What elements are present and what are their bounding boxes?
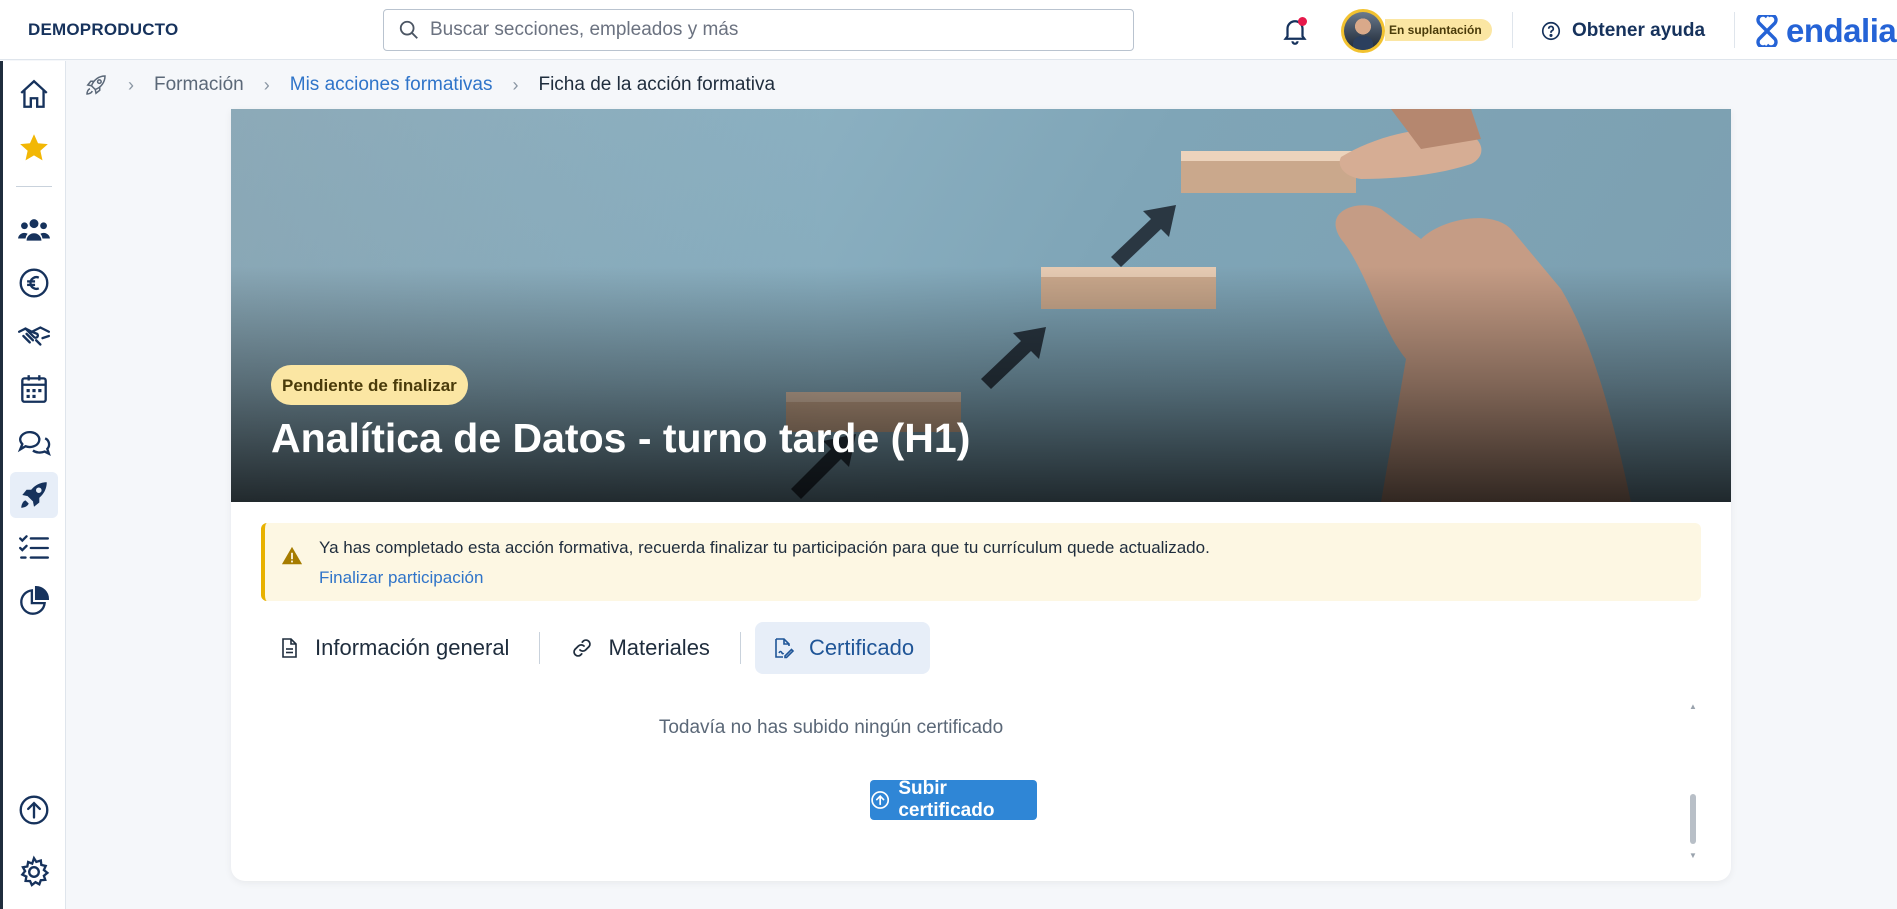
company-name[interactable]: DEMOPRODUCTO — [28, 20, 178, 40]
empty-certificate-message: Todavía no has subido ningún certificado — [658, 717, 1004, 738]
rocket-icon[interactable] — [84, 73, 108, 97]
tab-certificate[interactable]: Certificado — [754, 622, 931, 674]
sidebar-item-tasks[interactable] — [10, 525, 58, 571]
notification-dot — [1298, 17, 1307, 26]
sidebar-item-reports[interactable] — [10, 578, 58, 624]
logo-text: endalia — [1786, 12, 1897, 49]
alert-message: Ya has completado esta acción formativa,… — [319, 538, 1210, 557]
calendar-icon — [21, 375, 47, 403]
question-circle-icon — [1541, 21, 1561, 41]
chevron-right-icon: › — [263, 74, 270, 95]
upload-certificate-label: Subir certificado — [898, 778, 995, 821]
sidebar-item-favorites[interactable] — [10, 125, 58, 171]
upload-certificate-button[interactable]: Subir certificado — [870, 778, 1037, 821]
upload-circle-icon — [19, 795, 49, 825]
divider — [1734, 12, 1735, 48]
tab-general-info[interactable]: Información general — [261, 622, 525, 674]
course-card: Pendiente de finalizar Analítica de Dato… — [231, 109, 1731, 881]
gear-icon — [20, 855, 50, 887]
endalia-logo-icon — [1756, 15, 1778, 47]
help-button[interactable]: Obtener ayuda — [1540, 20, 1705, 42]
tab-certificate-label: Certificado — [808, 635, 915, 660]
rocket-icon — [21, 482, 47, 508]
people-icon — [18, 219, 50, 241]
tab-materials-label: Materiales — [608, 635, 710, 660]
breadcrumb-my-actions[interactable]: Mis acciones formativas — [290, 74, 493, 96]
sidebar — [0, 61, 66, 909]
scrollbar-thumb[interactable] — [1690, 794, 1696, 844]
impersonation-badge: En suplantación — [1385, 19, 1492, 41]
sidebar-item-agreements[interactable] — [10, 313, 58, 359]
content-scrollbar[interactable]: ▲ ▼ — [1687, 702, 1699, 860]
breadcrumb-training[interactable]: Formación — [154, 74, 244, 96]
help-label: Obtener ayuda — [1572, 20, 1706, 41]
tab-divider — [539, 632, 541, 664]
sidebar-divider — [16, 186, 52, 187]
sidebar-item-upload[interactable] — [10, 787, 58, 833]
home-icon — [20, 79, 48, 108]
breadcrumb-current: Ficha de la acción formativa — [538, 74, 776, 95]
handshake-icon — [17, 326, 51, 346]
link-icon — [573, 639, 592, 657]
sidebar-item-training[interactable] — [10, 472, 58, 518]
star-icon — [20, 134, 48, 161]
chevron-right-icon: › — [128, 74, 134, 95]
tab-divider — [739, 632, 741, 664]
pie-chart-icon — [20, 586, 49, 615]
search-icon — [399, 20, 418, 39]
hero-banner: Pendiente de finalizar Analítica de Dato… — [231, 109, 1731, 502]
sidebar-item-settings[interactable] — [10, 849, 58, 895]
scroll-up-arrow-icon[interactable]: ▲ — [1689, 702, 1697, 711]
sidebar-item-messages[interactable] — [10, 419, 58, 465]
divider — [1512, 12, 1513, 48]
tab-materials[interactable]: Materiales — [554, 622, 725, 674]
upload-circle-icon — [871, 791, 890, 809]
sidebar-item-payroll[interactable] — [10, 260, 58, 306]
finish-participation-link[interactable]: Finalizar participación — [319, 568, 483, 588]
document-icon — [282, 638, 297, 658]
notifications-button[interactable] — [1280, 15, 1310, 45]
course-title: Analítica de Datos - turno tarde (H1) — [271, 415, 971, 461]
sidebar-item-home[interactable] — [10, 71, 58, 117]
breadcrumb: › Formación › Mis acciones formativas › … — [84, 72, 775, 98]
search-box[interactable] — [383, 9, 1134, 51]
top-bar: DEMOPRODUCTO En suplantación Obtener ayu… — [0, 0, 1897, 60]
scroll-down-arrow-icon[interactable]: ▼ — [1689, 851, 1697, 860]
completion-alert: Ya has completado esta acción formativa,… — [261, 523, 1701, 601]
endalia-logo[interactable]: endalia — [1752, 12, 1897, 50]
sidebar-item-calendar[interactable] — [10, 366, 58, 412]
status-badge: Pendiente de finalizar — [271, 365, 468, 405]
euro-icon — [19, 268, 49, 298]
chevron-right-icon: › — [512, 74, 519, 95]
search-input[interactable] — [430, 19, 1110, 41]
sidebar-item-people[interactable] — [10, 207, 58, 253]
tab-bar: Información general Materiales Certifica… — [261, 621, 931, 675]
user-avatar[interactable] — [1341, 9, 1385, 53]
chat-icon — [17, 430, 51, 456]
warning-icon — [281, 546, 303, 565]
tab-general-info-label: Información general — [315, 635, 510, 660]
certificate-icon — [775, 638, 795, 659]
checklist-icon — [19, 535, 49, 559]
